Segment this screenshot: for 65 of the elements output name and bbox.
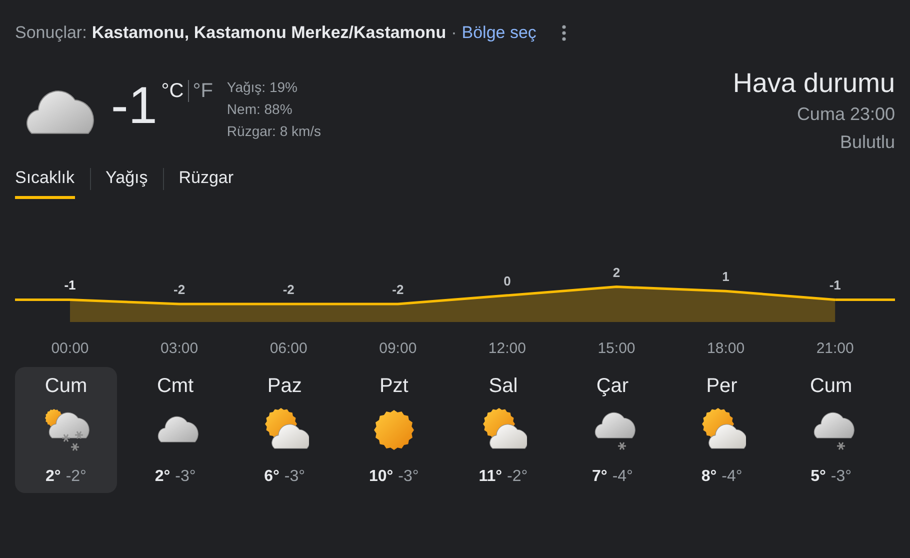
- day-forecast[interactable]: Çar 7° -4°: [561, 367, 664, 493]
- low-temperature: -3°: [830, 468, 852, 486]
- value-label: -1: [829, 278, 841, 293]
- tab[interactable]: Yağış: [106, 164, 148, 199]
- weather-detail: Nem: 88%: [226, 100, 294, 119]
- low-temperature: -2°: [66, 468, 86, 486]
- value-label: 1: [722, 269, 730, 284]
- time-label: 15:00: [598, 340, 636, 357]
- weather-detail: Rüzgar: 8 km/s: [226, 122, 322, 141]
- day-name: Cmt: [156, 375, 194, 398]
- day-name: Sal: [488, 375, 518, 398]
- low-temperature: -4°: [612, 468, 633, 486]
- time-label: 06:00: [270, 340, 308, 357]
- current-temperature: -1: [111, 76, 158, 137]
- unit-toggle[interactable]: °F: [188, 80, 217, 103]
- low-temperature: -3°: [284, 468, 306, 486]
- day-name: Çar: [596, 375, 629, 398]
- location-name: Kastamonu, Kastamonu Merkez/Kastamonu: [92, 23, 446, 43]
- day-name: Cum: [810, 375, 852, 398]
- weather-title: Hava durumu: [732, 67, 895, 100]
- low-temperature: -4°: [722, 468, 742, 486]
- tab[interactable]: Rüzgar: [178, 164, 234, 199]
- high-temperature: 5°: [810, 468, 826, 486]
- day-forecast[interactable]: Cum 2° -2°: [15, 367, 117, 493]
- time-label: 03:00: [160, 340, 198, 357]
- low-temperature: -3°: [398, 468, 419, 486]
- high-temperature: 7°: [592, 468, 608, 486]
- results-label: Sonuçlar:: [15, 23, 87, 43]
- day-forecast[interactable]: Pzt 10° -3°: [342, 367, 445, 493]
- condition-text: Bulutlu: [838, 131, 895, 154]
- high-temperature: 6°: [264, 468, 280, 486]
- value-label: -1: [64, 278, 76, 293]
- low-temperature: -2°: [507, 468, 528, 486]
- day-forecast[interactable]: Paz 6° -3°: [234, 367, 336, 493]
- value-label: -2: [282, 282, 294, 297]
- weather-detail: Yağış: 19%: [226, 78, 298, 97]
- more-icon[interactable]: [562, 25, 566, 41]
- day-forecast[interactable]: Cmt 2° -3°: [124, 367, 226, 493]
- high-temperature: 2°: [46, 468, 61, 486]
- day-name: Cum: [44, 375, 88, 398]
- unit-toggle[interactable]: °C: [157, 80, 188, 103]
- day-name: Paz: [267, 375, 302, 398]
- day-forecast[interactable]: Per 8° -4°: [670, 367, 773, 493]
- separator-dot: ·: [451, 23, 457, 43]
- region-link[interactable]: Bölge seç: [462, 23, 536, 43]
- value-label: -2: [174, 282, 186, 297]
- time-label: 18:00: [707, 340, 745, 357]
- value-label: 0: [504, 273, 511, 288]
- high-temperature: 2°: [154, 468, 170, 486]
- value-label: -2: [392, 282, 404, 297]
- date-time: Cuma 23:00: [796, 103, 895, 126]
- value-label: 2: [612, 264, 620, 280]
- day-name: Per: [706, 375, 738, 398]
- time-label: 12:00: [488, 340, 526, 357]
- day-forecast[interactable]: Sal 11° -2°: [452, 367, 554, 493]
- time-label: 21:00: [816, 340, 854, 357]
- high-temperature: 11°: [478, 468, 502, 486]
- day-forecast[interactable]: Cum 5° -3°: [780, 367, 882, 493]
- low-temperature: -3°: [175, 468, 196, 486]
- time-label: 09:00: [379, 340, 417, 357]
- high-temperature: 8°: [701, 468, 717, 486]
- day-name: Pzt: [379, 375, 408, 398]
- tab[interactable]: Sıcaklık: [15, 164, 75, 199]
- high-temperature: 10°: [368, 468, 394, 486]
- time-label: 00:00: [51, 340, 89, 357]
